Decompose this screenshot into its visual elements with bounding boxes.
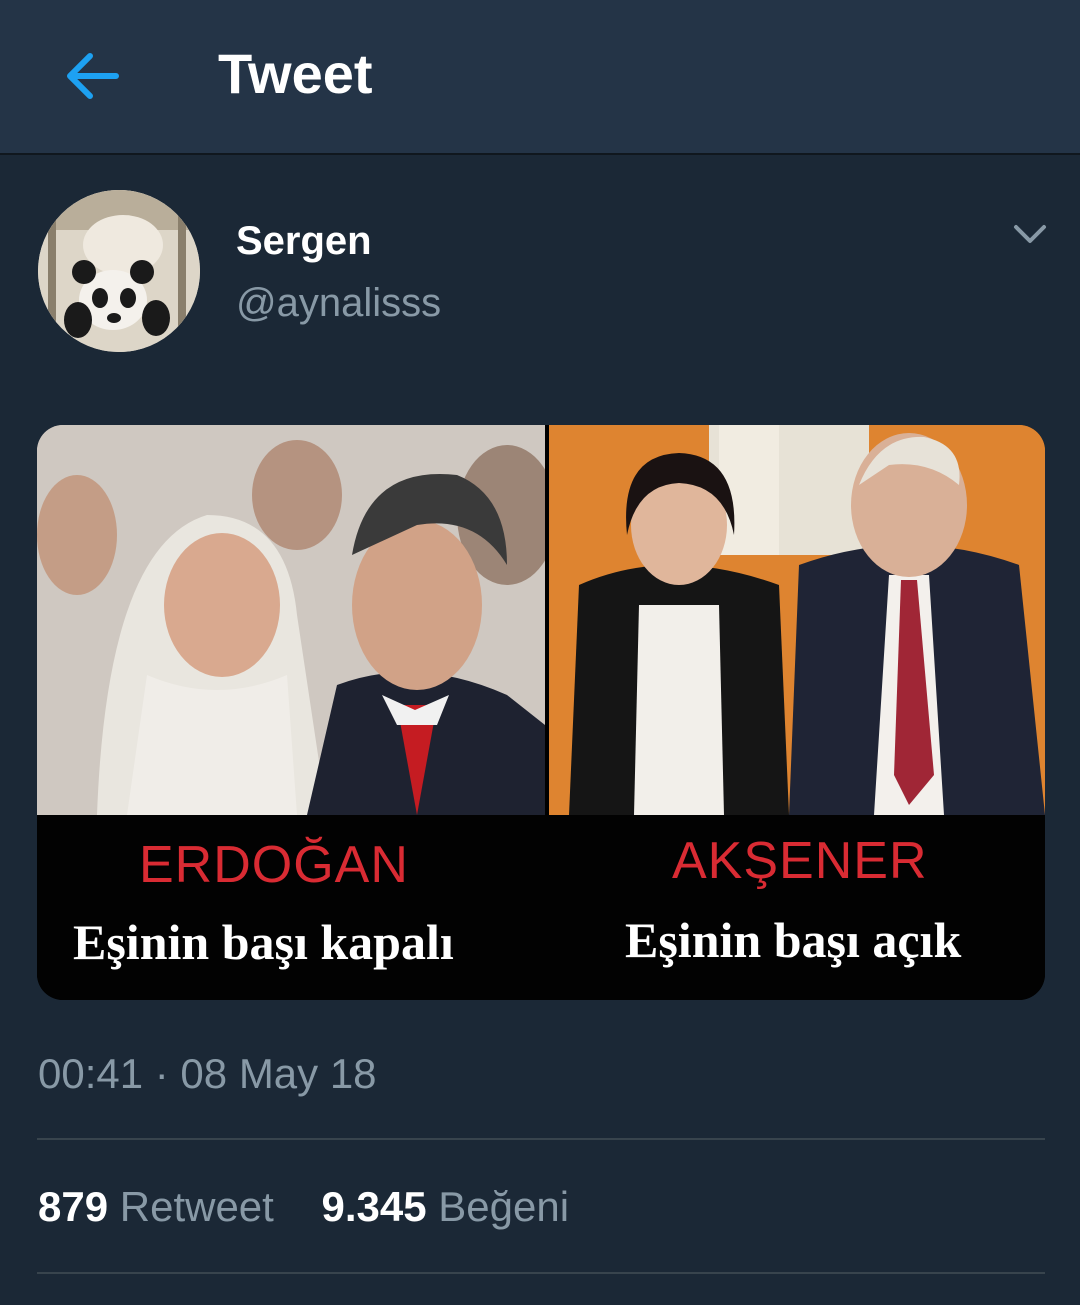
couple-photo-left [37, 425, 545, 815]
likes-count: 9.345 [321, 1183, 427, 1230]
retweets-stat[interactable]: 879 Retweet [38, 1183, 274, 1231]
retweets-label: Retweet [119, 1183, 274, 1230]
couple-photo-right [549, 425, 1045, 815]
tweet-media-image[interactable]: ERDOĞAN Eşinin başı kapalı AKŞENER Eşini… [37, 425, 1045, 1000]
divider [37, 1138, 1045, 1140]
caption-name-left: ERDOĞAN [139, 836, 409, 894]
tweet-timestamp[interactable]: 00:41 · 08 May 18 [38, 1050, 377, 1098]
caption-text-right: Eşinin başı açık [625, 912, 962, 968]
tweet-card: Sergen @aynalisss ERDOĞAN Eşinin başı ka… [0, 155, 1080, 1305]
chevron-down-icon [1014, 225, 1046, 243]
caption-name-right: AKŞENER [672, 832, 928, 890]
image-caption-band: ERDOĞAN Eşinin başı kapalı AKŞENER Eşini… [37, 815, 1045, 1000]
likes-label: Beğeni [438, 1183, 570, 1230]
arrow-left-icon [67, 53, 119, 99]
avatar[interactable] [38, 190, 200, 352]
caption-text-left: Eşinin başı kapalı [73, 914, 454, 970]
page-title: Tweet [218, 42, 373, 105]
panda-avatar-image [38, 190, 200, 352]
back-button[interactable] [52, 40, 132, 112]
photo-left [37, 425, 545, 815]
retweets-count: 879 [38, 1183, 109, 1230]
author-handle[interactable]: @aynalisss [236, 281, 441, 326]
photo-right [549, 425, 1045, 815]
tweet-stats: 879 Retweet 9.345 Beğeni [38, 1183, 605, 1231]
author-name[interactable]: Sergen [236, 219, 372, 264]
divider [37, 1272, 1045, 1274]
more-options-button[interactable] [1008, 215, 1052, 255]
likes-stat[interactable]: 9.345 Beğeni [322, 1183, 570, 1231]
top-bar: Tweet [0, 0, 1080, 155]
